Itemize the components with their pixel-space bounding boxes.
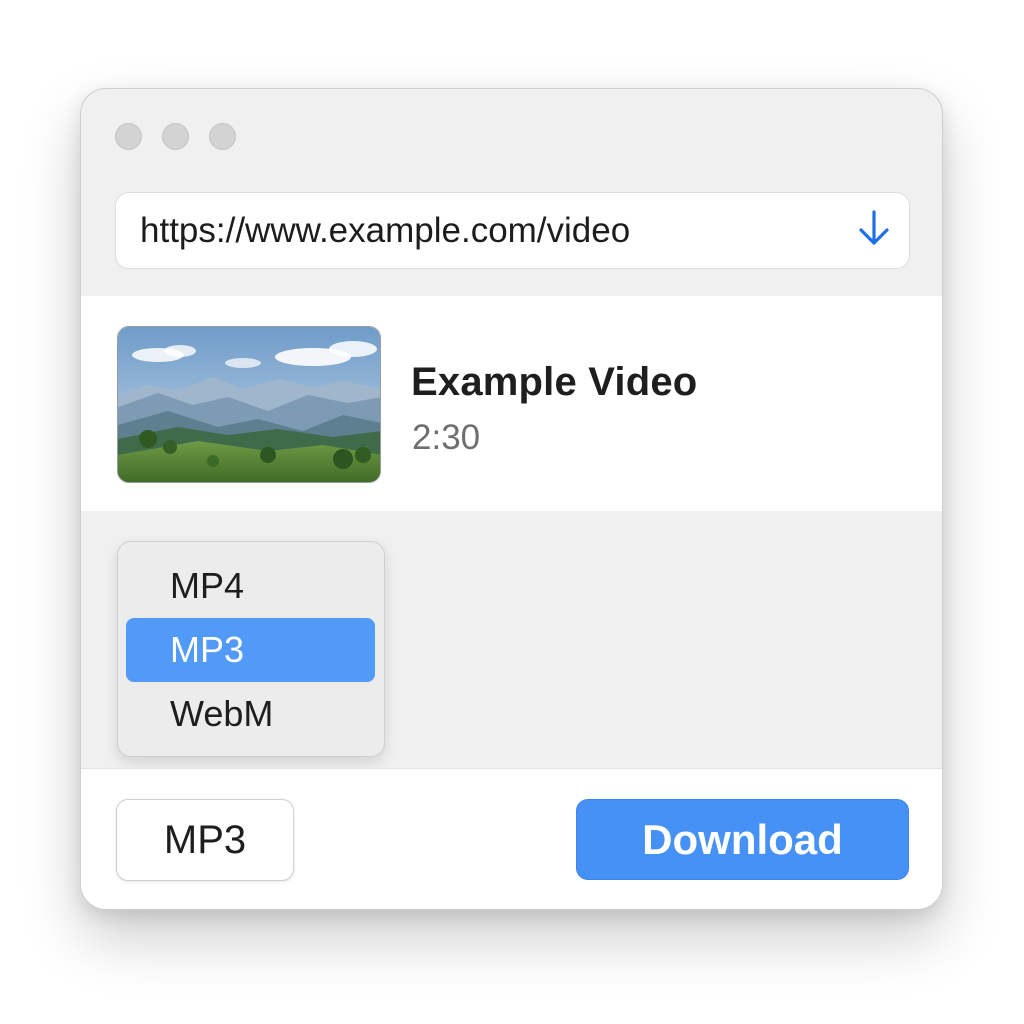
minimize-window-button[interactable] <box>162 123 189 150</box>
footer-bar: MP3 Download <box>81 768 942 909</box>
format-option-mp4[interactable]: MP4 <box>126 554 375 618</box>
close-window-button[interactable] <box>115 123 142 150</box>
video-info-panel: Example Video 2:30 <box>81 296 942 511</box>
zoom-window-button[interactable] <box>209 123 236 150</box>
format-select-button[interactable]: MP3 <box>116 799 294 881</box>
url-input[interactable] <box>116 193 839 268</box>
format-dropdown-menu: MP4 MP3 WebM <box>117 541 385 757</box>
download-button[interactable]: Download <box>576 799 909 880</box>
window-controls <box>115 123 236 150</box>
arrow-down-icon <box>857 209 891 252</box>
downloader-window: Example Video 2:30 MP4 MP3 WebM MP3 Down… <box>80 88 943 910</box>
url-download-button[interactable] <box>839 193 909 268</box>
mountain-landscape-image <box>118 327 380 482</box>
video-title: Example Video <box>411 360 698 404</box>
format-option-mp3[interactable]: MP3 <box>126 618 375 682</box>
format-option-webm[interactable]: WebM <box>126 682 375 746</box>
video-duration: 2:30 <box>412 418 481 457</box>
video-thumbnail[interactable] <box>117 326 381 483</box>
url-bar <box>115 192 910 269</box>
